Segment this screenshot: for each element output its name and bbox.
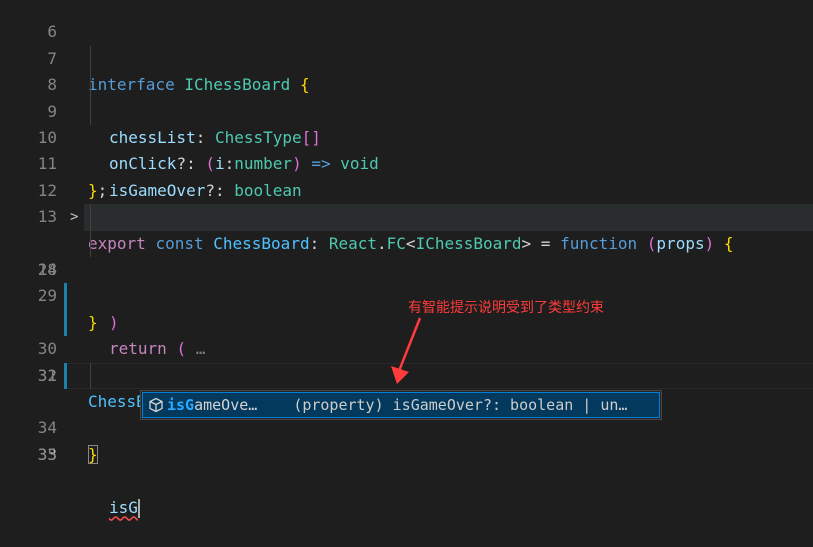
code-text[interactable]: isG <box>109 495 140 521</box>
indent-guide <box>90 72 91 99</box>
indent-guide <box>90 230 91 257</box>
chevron-right-icon[interactable]: > <box>70 204 78 230</box>
code-text: } <box>88 442 98 468</box>
text-cursor <box>137 498 140 518</box>
code-line: 10 isGameOver?: boolean <box>0 98 813 200</box>
suggestion-item[interactable]: isGameOve… (property) isGameOver?: boole… <box>142 392 660 418</box>
code-line: 6 <box>0 0 813 41</box>
property-cube-icon <box>145 397 167 413</box>
code-line: 13 export const ChessBoard: React.FC<ICh… <box>0 178 813 252</box>
code-line: 29 } <box>0 257 813 331</box>
indent-guide <box>90 204 91 231</box>
suggestion-detail: (property) isGameOver?: boolean | un… <box>293 396 628 414</box>
folded-line-highlight <box>84 204 813 231</box>
code-line: 9 onClick?: (i:number) => void <box>0 72 813 173</box>
code-line: 7 interface IChessBoard { <box>0 19 813 94</box>
code-line: 28 ) <box>0 230 813 332</box>
suggestion-label: isGameOve… <box>167 396 258 414</box>
suggestion-widget: isGameOve… (property) isGameOver?: boole… <box>140 390 662 420</box>
annotation-text: 有智能提示说明受到了类型约束 <box>408 300 604 316</box>
indent-guide <box>90 362 91 389</box>
indent-guide <box>90 98 91 125</box>
modified-line-indicator <box>64 362 67 389</box>
current-line-border <box>64 362 813 389</box>
code-line: 11 }; <box>0 125 813 199</box>
modified-line-indicator <box>64 309 67 337</box>
code-line: 14 > return ( … <box>0 204 813 358</box>
line-number: 35 <box>37 444 57 464</box>
indent-guide <box>90 45 91 73</box>
code-line: 12 <box>0 151 813 200</box>
modified-line-indicator <box>64 283 67 310</box>
typed-text: isG <box>109 497 138 517</box>
matched-bracket: } <box>88 444 98 464</box>
code-line: 8 chessList: ChessType[] <box>0 45 813 147</box>
annotation-arrow-icon <box>391 317 422 384</box>
code-line: 30 <box>0 283 813 358</box>
